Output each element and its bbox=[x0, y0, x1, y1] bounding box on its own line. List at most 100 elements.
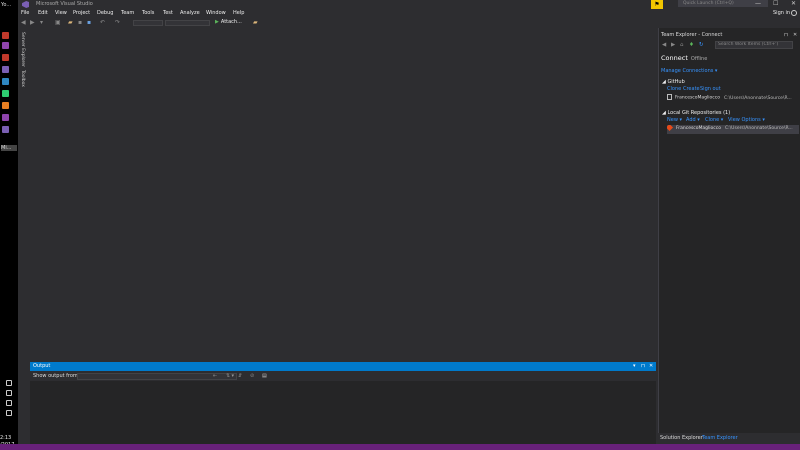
connect-plug-icon[interactable]: ♦ bbox=[689, 42, 694, 48]
undo-icon[interactable]: ↶ bbox=[100, 19, 105, 26]
forward-icon[interactable]: ▶ bbox=[30, 19, 35, 26]
save-all-icon[interactable]: ▪ bbox=[87, 19, 91, 26]
local-add-link[interactable]: Add ▾ bbox=[686, 117, 700, 123]
tray-icon[interactable] bbox=[6, 400, 12, 406]
back-icon[interactable]: ◀ bbox=[21, 19, 26, 26]
windows-taskbar: Yo... Mi... 2:13 /2017 bbox=[0, 0, 18, 450]
status-bar bbox=[0, 444, 800, 450]
attach-label: Attach... bbox=[220, 19, 242, 25]
forward-icon[interactable]: ▶ bbox=[671, 42, 675, 48]
tab-toolbox[interactable]: Toolbox bbox=[20, 70, 25, 87]
output-close-icon[interactable]: ✕ bbox=[649, 363, 653, 369]
redo-icon[interactable]: ↷ bbox=[115, 19, 120, 26]
new-project-icon[interactable]: ▣ bbox=[55, 19, 61, 26]
close-button[interactable]: ✕ bbox=[791, 0, 796, 7]
github-repo-item[interactable]: FrancescoMagliocco C:\Users\Anonnate\Sour… bbox=[667, 94, 799, 103]
taskbar-app-label[interactable]: Yo... bbox=[1, 2, 11, 8]
team-explorer-header: Team Explorer - Connect ⊓ ✕ bbox=[659, 31, 800, 39]
tray-message-icon[interactable] bbox=[6, 410, 12, 416]
menu-debug[interactable]: Debug bbox=[97, 10, 113, 16]
play-icon: ▶ bbox=[215, 19, 219, 25]
refresh-icon[interactable]: ↻ bbox=[699, 42, 704, 48]
tray-icon[interactable] bbox=[6, 390, 12, 396]
editor-area[interactable] bbox=[30, 28, 657, 360]
local-repo-item[interactable]: FrancescoMagliocco C:\Users\Anonnate\Sour… bbox=[667, 125, 799, 134]
github-repo-path: C:\Users\Anonnate\Source\R... bbox=[724, 95, 792, 101]
save-icon[interactable]: ▪ bbox=[78, 19, 82, 26]
tray-network-icon[interactable] bbox=[6, 380, 12, 386]
taskbar-app-icon[interactable] bbox=[2, 78, 9, 85]
taskbar-app-icon[interactable] bbox=[2, 54, 9, 61]
show-output-from-label: Show output from: bbox=[33, 373, 80, 379]
menu-file[interactable]: File bbox=[21, 10, 29, 16]
team-explorer-toolbar: ◀ ▶ ⌂ ♦ ↻ Search Work Items (Ctrl+') bbox=[659, 40, 800, 50]
find-message-icon[interactable]: ⇤ bbox=[213, 373, 217, 379]
output-toolbar: Show output from: ▾ ⇤ ⇅ ⇵ ⊘ ▤ bbox=[30, 371, 656, 381]
tab-server-explorer[interactable]: Server Explorer bbox=[20, 32, 25, 67]
notification-flag-icon[interactable]: ⚑ bbox=[651, 0, 663, 9]
dropdown-chevron-icon[interactable]: ▾ bbox=[40, 19, 43, 26]
github-repo-name: FrancescoMagliocco bbox=[675, 95, 720, 101]
tab-solution-explorer[interactable]: Solution Explorer bbox=[660, 435, 703, 441]
local-view-options-link[interactable]: View Options ▾ bbox=[728, 117, 765, 123]
maximize-button[interactable]: ☐ bbox=[773, 0, 778, 7]
toolbar-extra-icon[interactable]: ▰ bbox=[253, 19, 258, 26]
local-git-section-header[interactable]: ◢ Local Git Repositories (1) bbox=[662, 110, 730, 116]
clear-all-icon[interactable]: ⊘ bbox=[250, 373, 254, 379]
taskbar-app-icon[interactable] bbox=[2, 126, 9, 133]
menu-project[interactable]: Project bbox=[73, 10, 90, 16]
taskbar-app-icon[interactable] bbox=[2, 90, 9, 97]
minimize-button[interactable]: — bbox=[755, 0, 761, 7]
taskbar-app-icon[interactable] bbox=[2, 32, 9, 39]
menu-analyze[interactable]: Analyze bbox=[180, 10, 200, 16]
manage-connections-link[interactable]: Manage Connections ▾ bbox=[661, 68, 717, 74]
output-panel: Output ▾ ⊓ ✕ Show output from: ▾ ⇤ ⇅ ⇵ ⊘… bbox=[30, 362, 656, 444]
pin-icon[interactable]: ⊓ bbox=[784, 32, 788, 38]
open-folder-icon[interactable]: ▰ bbox=[68, 19, 73, 26]
user-account-icon[interactable] bbox=[791, 10, 797, 16]
chevron-down-icon: ▾ bbox=[231, 373, 234, 379]
next-message-icon[interactable]: ⇵ bbox=[238, 373, 242, 379]
tab-team-explorer[interactable]: Team Explorer bbox=[702, 435, 738, 441]
previous-message-icon[interactable]: ⇅ bbox=[226, 373, 230, 379]
git-icon bbox=[667, 125, 674, 132]
title-bar: Microsoft Visual Studio ⚑ Quick Launch (… bbox=[18, 0, 800, 9]
github-clone-link[interactable]: Clone bbox=[667, 86, 681, 92]
attach-button[interactable]: ▶ Attach... bbox=[215, 19, 242, 25]
standard-toolbar: ◀ ▶ ▾ ▣ ▰ ▪ ▪ ↶ ↷ ▶ Attach... ▰ bbox=[18, 18, 658, 28]
left-tool-tabs: Server Explorer Toolbox bbox=[18, 28, 30, 444]
close-icon[interactable]: ✕ bbox=[793, 32, 797, 38]
team-explorer-panel: Team Explorer - Connect ⊓ ✕ ◀ ▶ ⌂ ♦ ↻ Se… bbox=[658, 28, 800, 433]
local-git-section-title: Local Git Repositories (1) bbox=[667, 110, 731, 116]
back-icon[interactable]: ◀ bbox=[662, 42, 666, 48]
search-work-items-input[interactable]: Search Work Items (Ctrl+') bbox=[715, 41, 793, 49]
home-icon[interactable]: ⌂ bbox=[680, 42, 684, 48]
visual-studio-logo-icon bbox=[22, 1, 29, 8]
menu-view[interactable]: View bbox=[55, 10, 67, 16]
taskbar-time[interactable]: 2:13 bbox=[0, 435, 11, 441]
sign-in-link[interactable]: Sign in bbox=[773, 10, 790, 16]
menu-help[interactable]: Help bbox=[233, 10, 244, 16]
local-repo-name: FrancescoMagliocco bbox=[676, 126, 721, 131]
menu-test[interactable]: Test bbox=[163, 10, 173, 16]
menu-edit[interactable]: Edit bbox=[38, 10, 48, 16]
taskbar-app-icon[interactable] bbox=[2, 42, 9, 49]
solution-platform-dropdown[interactable] bbox=[165, 20, 210, 26]
local-clone-link[interactable]: Clone ▾ bbox=[705, 117, 723, 123]
taskbar-active-app[interactable]: Mi... bbox=[1, 145, 17, 151]
taskbar-app-icon[interactable] bbox=[2, 114, 9, 121]
github-create-link[interactable]: Create bbox=[683, 86, 700, 92]
github-sign-out-link[interactable]: Sign out bbox=[700, 86, 721, 92]
taskbar-app-icon[interactable] bbox=[2, 66, 9, 73]
menu-window[interactable]: Window bbox=[206, 10, 226, 16]
menu-tools[interactable]: Tools bbox=[142, 10, 154, 16]
local-new-link[interactable]: New ▾ bbox=[667, 117, 682, 123]
menu-team[interactable]: Team bbox=[121, 10, 134, 16]
output-pin-icon[interactable]: ⊓ bbox=[641, 363, 645, 369]
taskbar-app-icon[interactable] bbox=[2, 102, 9, 109]
github-section-title: GitHub bbox=[667, 79, 685, 85]
word-wrap-icon[interactable]: ▤ bbox=[262, 373, 267, 379]
output-options-icon[interactable]: ▾ bbox=[633, 363, 636, 369]
solution-configuration-dropdown[interactable] bbox=[133, 20, 163, 26]
github-section-header[interactable]: ◢ GitHub bbox=[662, 79, 685, 85]
